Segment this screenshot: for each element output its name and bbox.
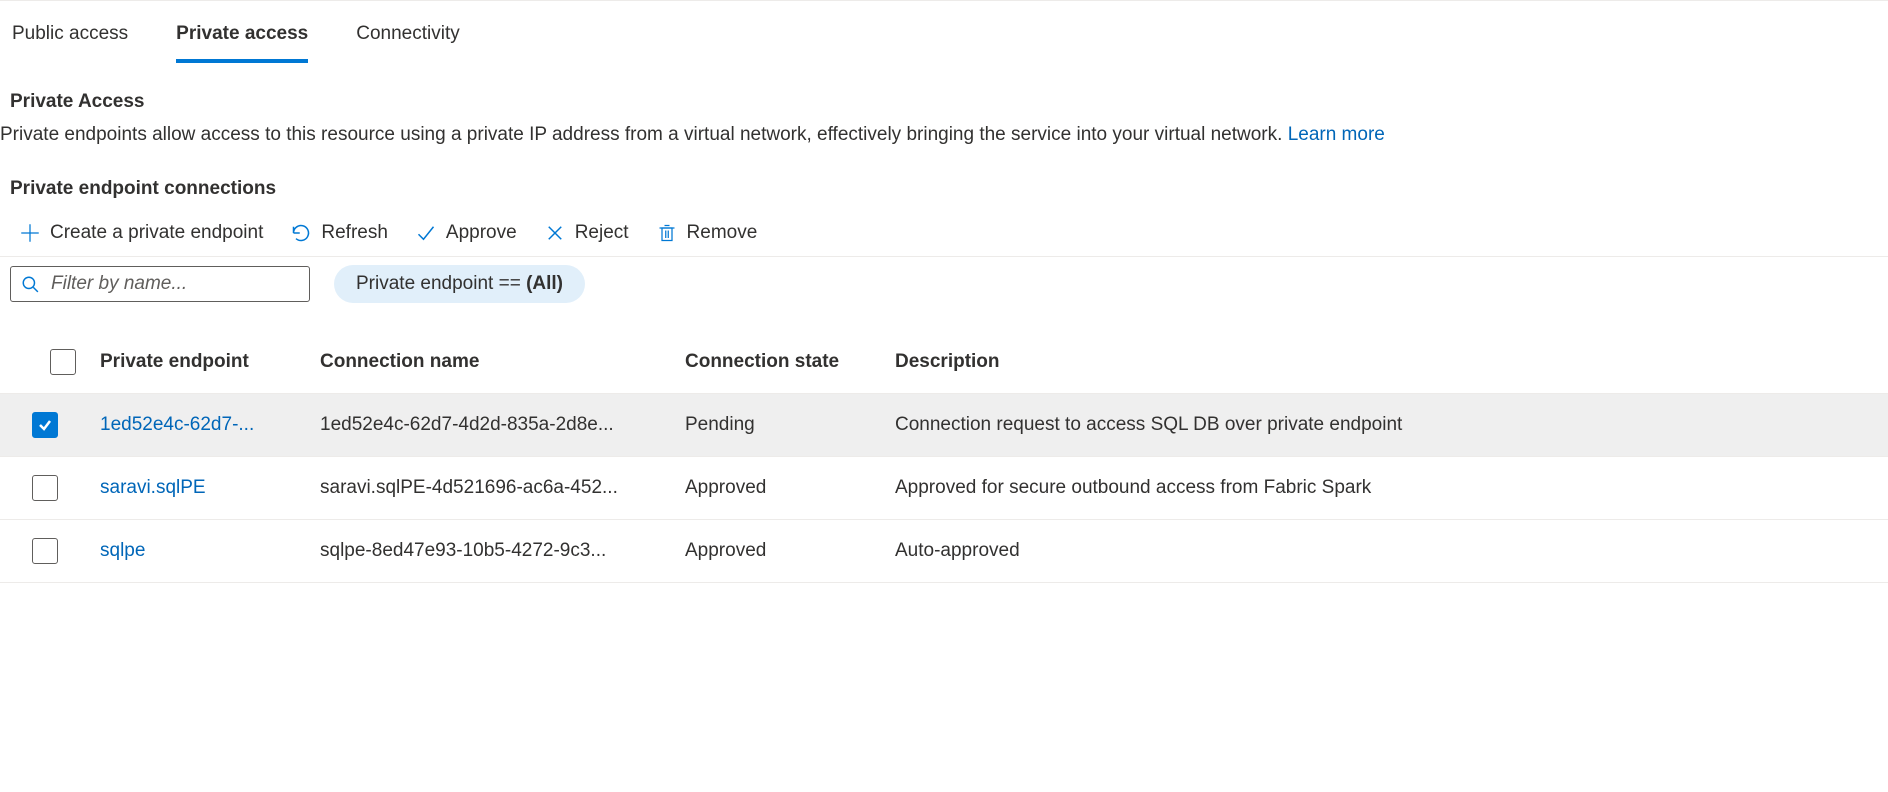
subsection-title: Private endpoint connections <box>0 150 1888 212</box>
section-title: Private Access <box>0 91 1888 121</box>
plus-icon <box>20 223 40 243</box>
endpoint-table: Private endpoint Connection name Connect… <box>0 331 1888 583</box>
connection-state: Pending <box>685 414 895 436</box>
filter-pill-value: (All) <box>526 273 563 294</box>
row-description: Auto-approved <box>895 540 1595 562</box>
endpoint-link[interactable]: sqlpe <box>100 540 320 562</box>
section-description: Private endpoints allow access to this r… <box>0 121 1888 150</box>
approve-label: Approve <box>446 222 517 244</box>
tabs-row: Public access Private access Connectivit… <box>0 5 1888 63</box>
endpoint-link[interactable]: 1ed52e4c-62d7-... <box>100 414 320 436</box>
reject-label: Reject <box>575 222 629 244</box>
trash-icon <box>657 223 677 243</box>
refresh-icon <box>291 223 311 243</box>
approve-button[interactable]: Approve <box>416 222 517 244</box>
check-icon <box>416 223 436 243</box>
row-description: Connection request to access SQL DB over… <box>895 414 1595 436</box>
header-connection-name[interactable]: Connection name <box>320 351 685 373</box>
filter-by-name-input[interactable] <box>51 273 299 295</box>
remove-button[interactable]: Remove <box>657 222 758 244</box>
remove-label: Remove <box>687 222 758 244</box>
filter-row: Private endpoint == (All) <box>0 257 1888 311</box>
header-private-endpoint[interactable]: Private endpoint <box>100 351 320 373</box>
toolbar: Create a private endpoint Refresh Approv… <box>0 212 1888 257</box>
search-box[interactable] <box>10 266 310 302</box>
refresh-button[interactable]: Refresh <box>291 222 388 244</box>
section-description-text: Private endpoints allow access to this r… <box>0 124 1288 145</box>
row-checkbox[interactable] <box>32 412 58 438</box>
table-row[interactable]: saravi.sqlPE saravi.sqlPE-4d521696-ac6a-… <box>0 457 1888 520</box>
filter-pill-prefix: Private endpoint == <box>356 273 526 294</box>
reject-button[interactable]: Reject <box>545 222 629 244</box>
connection-name: 1ed52e4c-62d7-4d2d-835a-2d8e... <box>320 414 685 436</box>
header-description[interactable]: Description <box>895 351 1595 373</box>
connection-state: Approved <box>685 540 895 562</box>
tab-connectivity[interactable]: Connectivity <box>356 23 460 63</box>
create-label: Create a private endpoint <box>50 222 263 244</box>
header-checkbox-cell <box>10 349 100 375</box>
row-description: Approved for secure outbound access from… <box>895 477 1595 499</box>
select-all-checkbox[interactable] <box>50 349 76 375</box>
create-private-endpoint-button[interactable]: Create a private endpoint <box>20 222 263 244</box>
connection-name: saravi.sqlPE-4d521696-ac6a-452... <box>320 477 685 499</box>
endpoint-link[interactable]: saravi.sqlPE <box>100 477 320 499</box>
table-row[interactable]: 1ed52e4c-62d7-... 1ed52e4c-62d7-4d2d-835… <box>0 394 1888 457</box>
tab-public-access[interactable]: Public access <box>12 23 128 63</box>
refresh-label: Refresh <box>321 222 388 244</box>
learn-more-link[interactable]: Learn more <box>1288 124 1385 145</box>
row-checkbox[interactable] <box>32 475 58 501</box>
table-row[interactable]: sqlpe sqlpe-8ed47e93-10b5-4272-9c3... Ap… <box>0 520 1888 583</box>
search-icon <box>21 275 39 293</box>
tab-private-access[interactable]: Private access <box>176 23 308 63</box>
x-icon <box>545 223 565 243</box>
row-checkbox[interactable] <box>32 538 58 564</box>
connection-name: sqlpe-8ed47e93-10b5-4272-9c3... <box>320 540 685 562</box>
filter-pill-private-endpoint[interactable]: Private endpoint == (All) <box>334 265 585 303</box>
connection-state: Approved <box>685 477 895 499</box>
table-header-row: Private endpoint Connection name Connect… <box>0 331 1888 394</box>
checkmark-icon <box>37 417 53 433</box>
header-connection-state[interactable]: Connection state <box>685 351 895 373</box>
